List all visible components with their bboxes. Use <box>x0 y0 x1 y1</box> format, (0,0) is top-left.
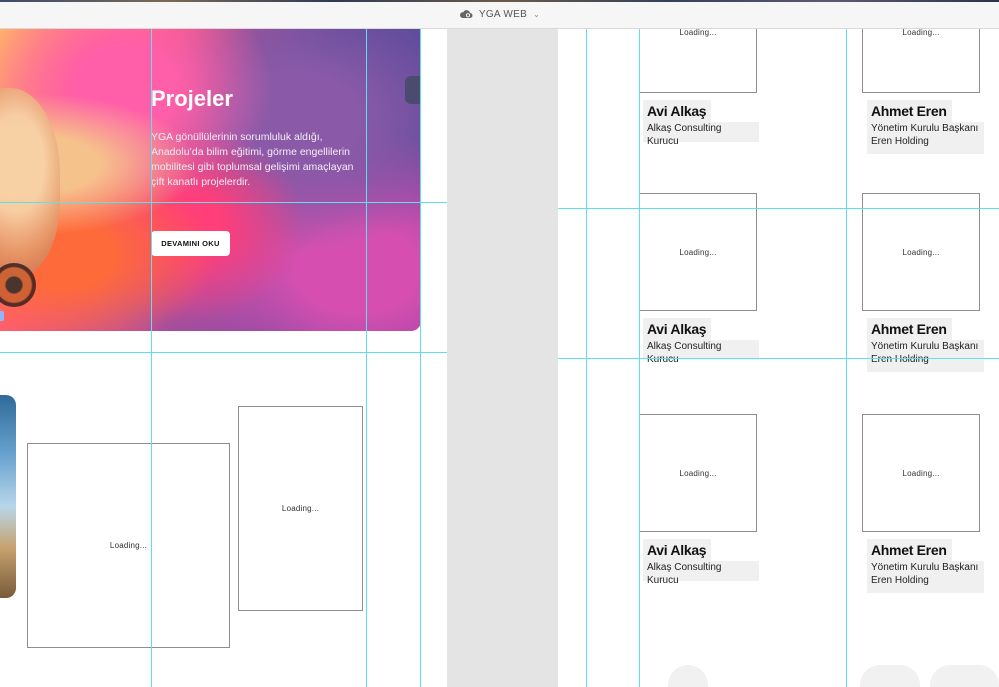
side-tab[interactable] <box>405 76 421 104</box>
member-name: Avi Alkaş <box>643 539 712 561</box>
layout-guide <box>0 202 447 203</box>
member-name: Ahmet Eren <box>867 318 952 340</box>
loading-text: Loading... <box>679 28 717 37</box>
window-title-bar: YGA WEB ⌄ <box>0 0 999 29</box>
member-photo-placeholder: Loading... <box>639 28 757 93</box>
hero-decorative-badge <box>0 263 36 307</box>
member-name: Ahmet Eren <box>867 539 952 561</box>
member-name: Avi Alkaş <box>643 100 712 122</box>
window-title[interactable]: YGA WEB <box>479 9 527 20</box>
loading-placeholder: Loading... <box>238 406 363 611</box>
partial-photo-card <box>0 395 16 598</box>
member-name: Avi Alkaş <box>643 318 712 340</box>
canvas-gutter <box>447 28 558 687</box>
layout-guide <box>420 28 421 687</box>
member-role: Alkaş Consulting Kurucu <box>643 122 759 147</box>
layout-guide <box>558 208 999 209</box>
hero-title: Projeler <box>151 86 233 111</box>
ghost-shape <box>668 665 708 687</box>
loading-text: Loading... <box>109 541 148 550</box>
hero-description: YGA gönüllülerinin sorumluluk aldığı, An… <box>151 131 354 188</box>
member-photo-placeholder: Loading... <box>862 414 980 532</box>
member-photo-placeholder: Loading... <box>862 28 980 93</box>
loading-placeholder: Loading... <box>27 443 230 648</box>
member-role: Yönetim Kurulu Başkanı Eren Holding <box>867 122 984 154</box>
cloud-sync-icon <box>459 10 473 18</box>
read-more-button[interactable]: DEVAMINI OKU <box>151 231 230 256</box>
layout-guide <box>558 358 999 359</box>
loading-text: Loading... <box>679 468 717 478</box>
loading-text: Loading... <box>281 504 320 513</box>
ghost-shape <box>860 665 920 687</box>
loading-text: Loading... <box>902 468 940 478</box>
hero-portrait-art <box>0 88 60 278</box>
member-role: Yönetim Kurulu Başkanı Eren Holding <box>867 561 984 593</box>
hero-edge-marker <box>0 311 4 321</box>
member-role: Alkaş Consulting Kurucu <box>643 340 759 365</box>
chevron-down-icon[interactable]: ⌄ <box>533 10 540 19</box>
member-name: Ahmet Eren <box>867 100 952 122</box>
ghost-shape <box>930 665 999 687</box>
window-top-strip <box>0 0 999 2</box>
loading-text: Loading... <box>902 28 940 37</box>
member-photo-placeholder: Loading... <box>639 414 757 532</box>
member-photo-placeholder: Loading... <box>862 193 980 311</box>
loading-text: Loading... <box>679 247 717 257</box>
layout-guide <box>0 352 447 353</box>
projects-hero-banner: Projeler YGA gönüllülerinin sorumluluk a… <box>0 28 421 331</box>
member-photo-placeholder: Loading... <box>639 193 757 311</box>
layout-guide <box>151 28 152 687</box>
member-role: Yönetim Kurulu Başkanı Eren Holding <box>867 340 984 372</box>
loading-text: Loading... <box>902 247 940 257</box>
member-role: Alkaş Consulting Kurucu <box>643 561 759 586</box>
ghost-watermark-shape <box>428 40 446 100</box>
layout-guide <box>366 28 367 687</box>
